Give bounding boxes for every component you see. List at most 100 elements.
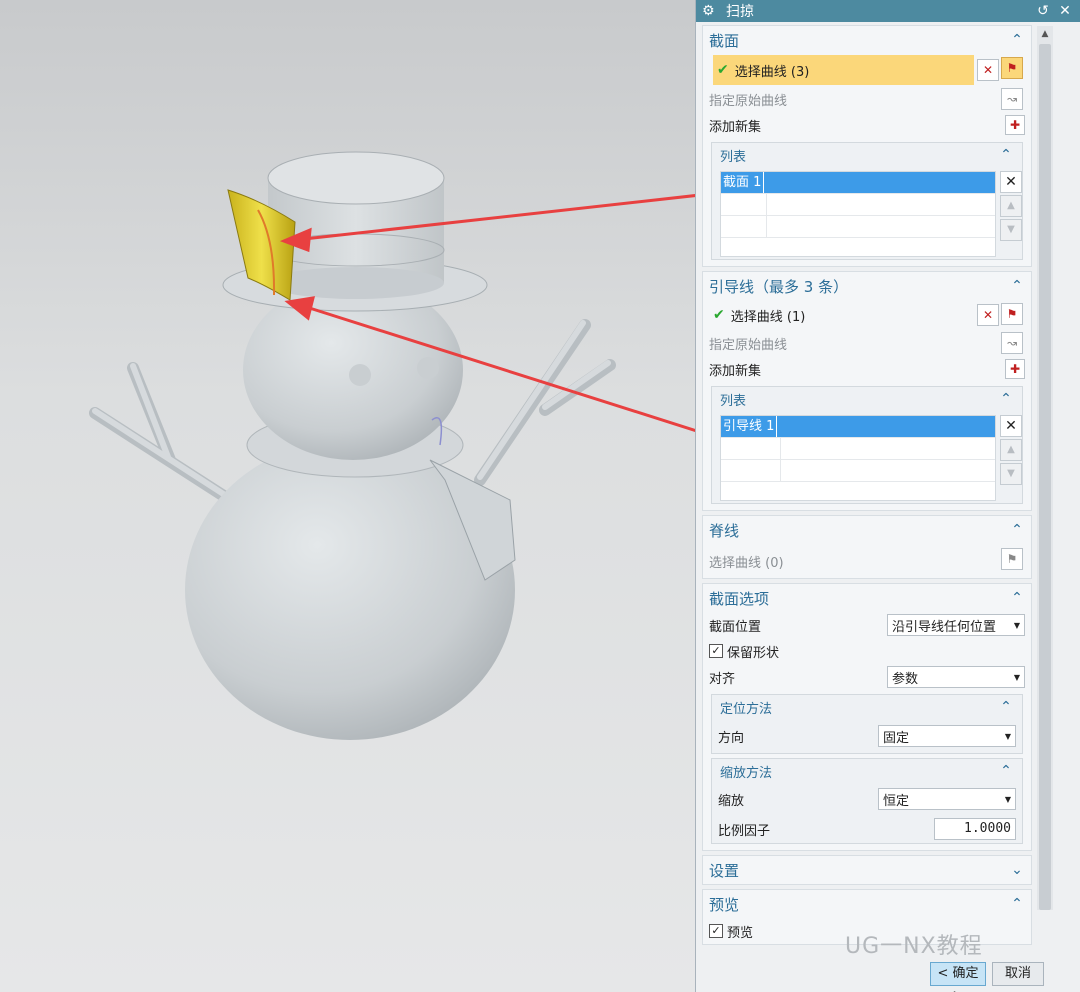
section-guide-title: 引导线（最多 3 条）	[709, 277, 849, 296]
section-options: 截面选项 ⌃ 截面位置 沿引导线任何位置 ▼ ✓ 保留形状 对齐 参数 ▼ 定位…	[702, 583, 1032, 851]
section-options-header[interactable]: 截面选项 ⌃	[703, 584, 1031, 612]
profile-select-curve-label: 选择曲线 (3)	[734, 64, 810, 80]
location-select[interactable]: 沿引导线任何位置 ▼	[887, 614, 1025, 636]
section-guide: 引导线（最多 3 条） ⌃ ✔ 选择曲线 (1) ✕ ⚑ 指定原始曲线 ↝ 添加…	[702, 271, 1032, 511]
section-spine: 脊线 ⌃ 选择曲线 (0) ⚑	[702, 515, 1032, 579]
section-settings-header[interactable]: 设置 ⌄	[703, 856, 1031, 884]
list-item-empty	[721, 194, 995, 216]
watermark: UG一NX教程	[845, 934, 983, 959]
dialog-title: 扫掠	[726, 4, 754, 20]
chevron-up-icon[interactable]: ⌃	[998, 147, 1014, 163]
profile-select-row[interactable]: ✔ 选择曲线 (3) ✕ ⚑	[703, 54, 1031, 86]
sweep-dialog: ⚙ 扫掠 ↺ ✕ ▲ 截面 ⌃ ✔ 选择曲线 (3) ✕ ⚑ 指定原始曲线 ↝ …	[695, 0, 1080, 992]
scaling-title: 缩放方法	[720, 765, 773, 781]
gear-icon[interactable]: ⚙	[702, 3, 718, 19]
guide-add-set-label: 添加新集	[709, 363, 762, 379]
check-icon: ✔	[717, 62, 729, 78]
curve-select-icon[interactable]: ⚑	[1001, 548, 1023, 570]
chevron-down-icon[interactable]: ⌄	[1009, 862, 1025, 878]
scroll-up-arrow[interactable]: ▲	[1037, 26, 1053, 42]
profile-add-set-row: 添加新集 ✚	[703, 112, 1031, 138]
align-select[interactable]: 参数 ▼	[887, 666, 1025, 688]
section-profile-header[interactable]: 截面 ⌃	[703, 26, 1031, 54]
chevron-down-icon: ▼	[1004, 731, 1012, 741]
profile-select-curve[interactable]: ✔ 选择曲线 (3)	[713, 55, 974, 85]
move-down-icon[interactable]: ▼	[1000, 219, 1022, 241]
location-value: 沿引导线任何位置	[892, 619, 997, 635]
move-down-icon[interactable]: ▼	[1000, 463, 1022, 485]
chevron-up-icon[interactable]: ⌃	[998, 763, 1014, 779]
cancel-button[interactable]: 取消	[992, 962, 1044, 986]
preserve-shape-checkbox[interactable]: ✓	[709, 644, 723, 658]
reverse-direction-icon[interactable]: ✕	[977, 59, 999, 81]
section-spine-title: 脊线	[709, 521, 740, 540]
profile-list-panel: 列表 ⌃ 截面 1 ✕ ▲ ▼	[711, 142, 1023, 260]
guide-list-title: 列表	[720, 393, 747, 409]
preserve-shape-label: 保留形状	[727, 645, 780, 661]
close-icon[interactable]: ✕	[1056, 3, 1074, 19]
profile-list[interactable]: 截面 1	[720, 171, 996, 257]
guide-list[interactable]: 引导线 1	[720, 415, 996, 501]
curve-select-icon[interactable]: ⚑	[1001, 57, 1023, 79]
dialog-button-bar: < 确定 > 取消	[696, 957, 1080, 992]
orientation-header[interactable]: 定位方法 ⌃	[712, 695, 1022, 719]
chevron-up-icon[interactable]: ⌃	[1009, 278, 1025, 294]
remove-icon[interactable]: ✕	[1000, 415, 1022, 437]
guide-list-panel: 列表 ⌃ 引导线 1 ✕ ▲ ▼	[711, 386, 1023, 504]
dialog-scrollbar[interactable]: ▲	[1037, 26, 1053, 910]
factor-label: 比例因子	[718, 823, 771, 839]
list-item-empty	[721, 438, 995, 460]
move-up-icon[interactable]: ▲	[1000, 195, 1022, 217]
scale-factor-input[interactable]: 1.0000	[934, 818, 1016, 840]
dialog-titlebar: ⚙ 扫掠 ↺ ✕	[696, 0, 1080, 22]
add-set-icon[interactable]: ✚	[1005, 359, 1025, 379]
graphics-viewport[interactable]	[0, 0, 695, 992]
scaling-panel: 缩放方法 ⌃ 缩放 恒定 ▼ 比例因子 1.0000	[711, 758, 1023, 844]
add-set-icon[interactable]: ✚	[1005, 115, 1025, 135]
ok-button[interactable]: < 确定 >	[930, 962, 986, 992]
list-item-label: 引导线 1	[721, 416, 778, 437]
origin-curve-icon[interactable]: ↝	[1001, 88, 1023, 110]
chevron-up-icon[interactable]: ⌃	[1009, 32, 1025, 48]
direction-row: 方向 固定 ▼	[712, 719, 1022, 753]
scale-select[interactable]: 恒定 ▼	[878, 788, 1016, 810]
remove-icon[interactable]: ✕	[1000, 171, 1022, 193]
move-up-icon[interactable]: ▲	[1000, 439, 1022, 461]
guide-select-row[interactable]: ✔ 选择曲线 (1) ✕ ⚑	[703, 300, 1031, 330]
reverse-direction-icon[interactable]: ✕	[977, 304, 999, 326]
scroll-thumb[interactable]	[1039, 44, 1051, 910]
list-item-empty	[721, 216, 995, 238]
scaling-header[interactable]: 缩放方法 ⌃	[712, 759, 1022, 783]
chevron-up-icon[interactable]: ⌃	[998, 391, 1014, 407]
scale-label: 缩放	[718, 793, 745, 809]
spine-select-row[interactable]: 选择曲线 (0) ⚑	[703, 544, 1031, 578]
spine-select-curve-label[interactable]: 选择曲线 (0)	[709, 552, 1025, 571]
section-profile: 截面 ⌃ ✔ 选择曲线 (3) ✕ ⚑ 指定原始曲线 ↝ 添加新集 ✚ 列表 ⌃…	[702, 25, 1032, 267]
list-item-empty	[721, 460, 995, 482]
direction-select[interactable]: 固定 ▼	[878, 725, 1016, 747]
chevron-up-icon[interactable]: ⌃	[998, 699, 1014, 715]
section-profile-title: 截面	[709, 31, 740, 50]
profile-list-title: 列表	[720, 149, 747, 165]
profile-specify-origin-label: 指定原始曲线	[709, 93, 788, 109]
section-guide-header[interactable]: 引导线（最多 3 条） ⌃	[703, 272, 1031, 300]
scale-value: 恒定	[883, 793, 910, 809]
curve-select-icon[interactable]: ⚑	[1001, 303, 1023, 325]
section-spine-header[interactable]: 脊线 ⌃	[703, 516, 1031, 544]
chevron-up-icon[interactable]: ⌃	[1009, 522, 1025, 538]
guide-list-header[interactable]: 列表 ⌃	[712, 387, 1022, 411]
chevron-up-icon[interactable]: ⌃	[1009, 896, 1025, 912]
preserve-shape-row[interactable]: ✓ 保留形状	[703, 638, 1031, 664]
origin-curve-icon[interactable]: ↝	[1001, 332, 1023, 354]
section-options-title: 截面选项	[709, 589, 770, 608]
list-item[interactable]: 截面 1	[721, 172, 995, 194]
section-preview-title: 预览	[709, 895, 740, 914]
preview-checkbox[interactable]: ✓	[709, 924, 723, 938]
orientation-panel: 定位方法 ⌃ 方向 固定 ▼	[711, 694, 1023, 754]
chevron-up-icon[interactable]: ⌃	[1009, 590, 1025, 606]
section-preview-header[interactable]: 预览 ⌃	[703, 890, 1031, 918]
profile-list-header[interactable]: 列表 ⌃	[712, 143, 1022, 167]
list-item[interactable]: 引导线 1	[721, 416, 995, 438]
reset-icon[interactable]: ↺	[1034, 3, 1052, 19]
chevron-down-icon: ▼	[1013, 620, 1021, 630]
